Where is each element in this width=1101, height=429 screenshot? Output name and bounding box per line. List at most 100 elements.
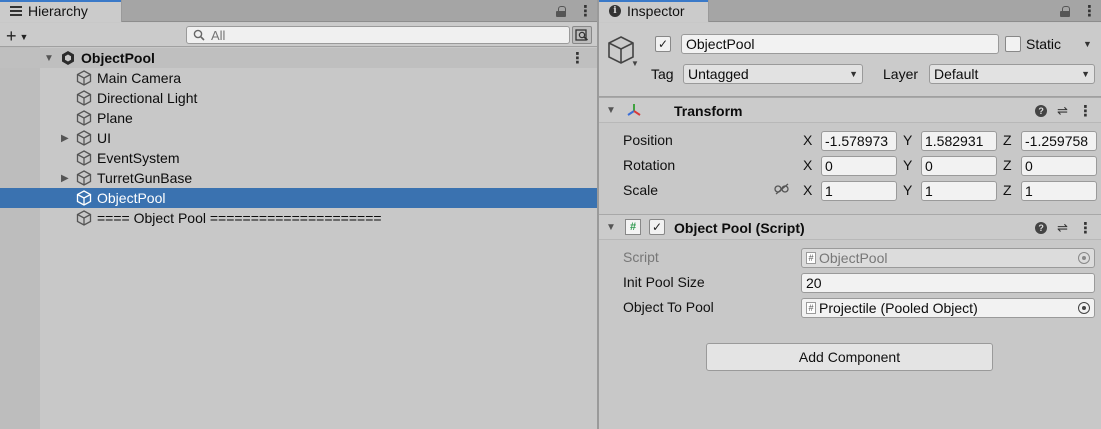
gameobject-icon [76, 70, 92, 86]
lock-icon[interactable] [1060, 5, 1070, 17]
info-icon: i [609, 5, 621, 17]
hierarchy-item-label: Directional Light [97, 90, 198, 106]
axis-label-y[interactable]: Y [903, 132, 912, 148]
scene-row[interactable]: ▼ ObjectPool ⋮ [0, 48, 597, 68]
hierarchy-item[interactable]: ▶ UI [0, 128, 597, 148]
gameobject-icon [76, 90, 92, 106]
inspector-tab-label: Inspector [627, 3, 685, 19]
script-hash-icon: # [625, 219, 641, 235]
active-checkbox[interactable]: ✓ [655, 36, 671, 52]
script-component-header[interactable]: ▼ # ✓ Object Pool (Script) ? ⇌ ⋮ [599, 214, 1101, 240]
chevron-down-icon: ▼ [1081, 69, 1090, 79]
object-name-field[interactable]: ObjectPool [681, 34, 999, 54]
axis-label-x[interactable]: X [803, 132, 812, 148]
static-dropdown-icon[interactable]: ▼ [1083, 39, 1092, 49]
hierarchy-toolbar: + ▼ [0, 23, 597, 47]
icon-dropdown-arrow-icon[interactable]: ▼ [631, 59, 639, 68]
hierarchy-panel: Hierarchy ⋮ + ▼ ▼ [0, 0, 597, 429]
static-checkbox[interactable] [1005, 36, 1021, 52]
tag-value: Untagged [688, 66, 749, 82]
search-input[interactable] [211, 27, 531, 43]
component-more-icon[interactable]: ⋮ [1078, 104, 1093, 119]
hierarchy-item[interactable]: Directional Light [0, 88, 597, 108]
hierarchy-item[interactable]: ObjectPool [0, 188, 597, 208]
more-options-icon[interactable]: ⋮ [1082, 4, 1097, 19]
tag-dropdown[interactable]: Untagged ▼ [683, 64, 863, 84]
layer-value: Default [934, 66, 979, 82]
search-icon [193, 29, 205, 41]
axis-label-z[interactable]: Z [1003, 182, 1012, 198]
init-pool-size-field[interactable]: 20 [801, 273, 1095, 293]
more-options-icon[interactable]: ⋮ [578, 4, 593, 19]
constrain-proportions-icon[interactable] [774, 183, 790, 195]
script-value: ObjectPool [819, 250, 888, 266]
layer-label: Layer [883, 66, 919, 82]
hierarchy-item[interactable]: Main Camera [0, 68, 597, 88]
transform-tools: ? ⇌ ⋮ [1035, 103, 1093, 119]
hierarchy-item[interactable]: Plane [0, 108, 597, 128]
object-to-pool-label: Object To Pool [623, 299, 714, 315]
expand-arrow-icon[interactable]: ▶ [61, 173, 69, 184]
help-icon[interactable]: ? [1035, 105, 1048, 117]
scale-y-field[interactable]: 1 [921, 181, 997, 201]
hierarchy-item[interactable]: ==== Object Pool ===================== [0, 208, 597, 228]
presets-icon[interactable]: ⇌ [1057, 220, 1068, 236]
search-box[interactable] [186, 26, 570, 44]
gameobject-icon [76, 190, 92, 206]
fold-arrow-icon[interactable]: ▼ [606, 222, 616, 233]
script-label: Script [623, 249, 659, 265]
collapse-arrow-icon[interactable]: ▼ [44, 53, 54, 64]
expand-arrow-icon[interactable]: ▶ [61, 133, 69, 144]
hierarchy-item[interactable]: ▶ TurretGunBase [0, 168, 597, 188]
axis-label-z[interactable]: Z [1003, 157, 1012, 173]
hierarchy-tab-tools: ⋮ [556, 0, 593, 22]
inspector-tab-tools: ⋮ [1060, 0, 1097, 22]
axis-label-y[interactable]: Y [903, 182, 912, 198]
scale-z-field[interactable]: 1 [1021, 181, 1097, 201]
hierarchy-tab[interactable]: Hierarchy [0, 0, 122, 22]
dropdown-arrow-icon: ▼ [19, 31, 29, 42]
scale-x-field[interactable]: 1 [821, 181, 897, 201]
script-field: # ObjectPool [801, 248, 1095, 268]
scene-more-icon[interactable]: ⋮ [570, 51, 585, 66]
create-button[interactable]: + ▼ [6, 26, 28, 47]
inspector-panel: i Inspector ⋮ ▼ ✓ ObjectPool Static ▼ Ta… [599, 0, 1101, 429]
rotation-label: Rotation [623, 157, 676, 173]
hierarchy-item-label: TurretGunBase [97, 170, 193, 186]
gameobject-icon [76, 130, 92, 146]
lock-icon[interactable] [556, 5, 566, 17]
fold-arrow-icon[interactable]: ▼ [606, 105, 616, 116]
transform-header[interactable]: ▼ Transform ? ⇌ ⋮ [599, 97, 1101, 123]
object-picker-icon[interactable] [1078, 302, 1090, 314]
search-by-type-button[interactable] [572, 26, 592, 44]
hierarchy-tree: ▼ ObjectPool ⋮ Main Camera Directional Li… [0, 47, 597, 429]
init-pool-size-label: Init Pool Size [623, 274, 705, 290]
layer-dropdown[interactable]: Default ▼ [929, 64, 1095, 84]
rotation-z-field[interactable]: 0 [1021, 156, 1097, 176]
position-z-field[interactable]: -1.259758 [1021, 131, 1097, 151]
hierarchy-item-label: ObjectPool [97, 190, 166, 206]
object-to-pool-field[interactable]: # Projectile (Pooled Object) [801, 298, 1095, 318]
rotation-y-field[interactable]: 0 [921, 156, 997, 176]
presets-icon[interactable]: ⇌ [1057, 103, 1068, 119]
rotation-x-field[interactable]: 0 [821, 156, 897, 176]
hierarchy-item[interactable]: EventSystem [0, 148, 597, 168]
axis-label-z[interactable]: Z [1003, 132, 1012, 148]
add-component-button[interactable]: Add Component [706, 343, 993, 371]
object-picker-icon [1078, 252, 1090, 264]
position-y-field[interactable]: 1.582931 [921, 131, 997, 151]
axis-label-x[interactable]: X [803, 157, 812, 173]
help-icon[interactable]: ? [1035, 222, 1048, 234]
object-to-pool-value: Projectile (Pooled Object) [819, 300, 978, 316]
transform-title: Transform [674, 103, 743, 119]
component-enabled-checkbox[interactable]: ✓ [649, 219, 665, 235]
inspector-tab[interactable]: i Inspector [599, 0, 709, 22]
hierarchy-tabbar: Hierarchy ⋮ [0, 0, 597, 22]
plus-icon: + [6, 26, 17, 46]
unity-scene-icon [62, 51, 74, 65]
component-more-icon[interactable]: ⋮ [1078, 221, 1093, 236]
axis-label-y[interactable]: Y [903, 157, 912, 173]
position-x-field[interactable]: -1.578973 [821, 131, 897, 151]
axis-label-x[interactable]: X [803, 182, 812, 198]
hierarchy-item-label: Main Camera [97, 70, 182, 86]
